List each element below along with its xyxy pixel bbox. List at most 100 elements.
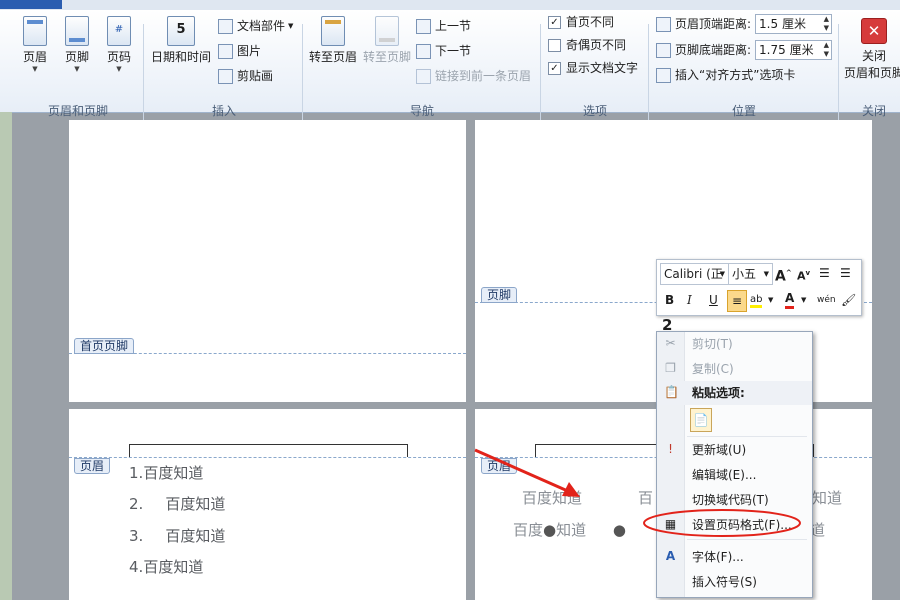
format-painter-icon[interactable]: 🖌 — [841, 290, 856, 310]
list-item[interactable]: 4.百度知道 — [129, 556, 203, 577]
tab-file[interactable] — [0, 0, 62, 9]
picture-label: 图片 — [237, 44, 262, 58]
next-section-button[interactable]: 下一节 — [416, 41, 471, 61]
paste-keep-text-icon[interactable]: 📄 — [690, 408, 712, 432]
header-distance-spinner[interactable]: 1.5 厘米 ▲ ▼ — [755, 14, 833, 34]
previous-section-label: 上一节 — [435, 19, 472, 33]
phonetic-guide-button[interactable]: wén — [817, 290, 836, 310]
menu-item-copy[interactable]: ❐ 复制(C) — [657, 357, 812, 381]
menu-item-update-field[interactable]: ! 更新域(U) — [657, 438, 812, 462]
footer-distance-spinner[interactable]: 1.75 厘米 ▲ ▼ — [755, 40, 833, 60]
page-top-left[interactable]: 首页页脚 — [69, 120, 466, 402]
list-item[interactable]: 1.百度知道 — [129, 462, 203, 483]
footer-distance-value: 1.75 厘米 — [759, 43, 814, 57]
document-text: 百度●知道 ● — [513, 519, 626, 540]
highlight-icon[interactable]: ab — [750, 290, 763, 310]
spinner-arrows-icon[interactable]: ▲ ▼ — [824, 41, 829, 59]
first-page-footer-tag: 首页页脚 — [74, 338, 135, 354]
chevron-down-icon[interactable]: ▼ — [801, 290, 806, 310]
window-edge — [0, 112, 12, 600]
list-item[interactable]: 3. 百度知道 — [129, 525, 225, 546]
different-odd-even-checkbox[interactable]: 奇偶页不同 — [548, 35, 626, 55]
menu-item-edit-field[interactable]: 编辑域(E)... — [657, 463, 812, 487]
group-label-options: 选项 — [582, 104, 607, 118]
goto-header-button[interactable]: 转至页眉 — [308, 16, 358, 65]
group-divider — [648, 24, 649, 120]
list-number: 1. — [129, 464, 144, 482]
spinner-arrows-icon[interactable]: ▲ ▼ — [824, 15, 829, 33]
group-label-position: 位置 — [731, 104, 756, 118]
list-number: 3. — [129, 527, 144, 545]
header-distance-icon — [656, 16, 671, 32]
previous-section-icon — [416, 18, 431, 34]
font-icon: A — [665, 549, 676, 563]
close-icon: ✕ — [861, 18, 887, 44]
menu-item-insert-symbol[interactable]: 插入符号(S) — [657, 570, 812, 594]
shrink-font-icon[interactable]: Av — [797, 263, 810, 283]
chevron-down-icon: ▼ — [116, 65, 122, 73]
insert-align-tab-button[interactable]: 插入“对齐方式”选项卡 — [656, 65, 795, 85]
previous-section-button[interactable]: 上一节 — [416, 16, 471, 36]
clip-art-label: 剪贴画 — [237, 69, 274, 83]
group-divider — [143, 24, 144, 120]
show-document-text-checkbox[interactable]: ✓ 显示文档文字 — [548, 58, 638, 78]
quick-parts-button[interactable]: 文档部件 ▼ — [218, 16, 293, 36]
footer-icon — [65, 16, 89, 46]
quick-parts-label: 文档部件 — [237, 19, 286, 33]
checkbox-box[interactable]: ✓ — [548, 15, 561, 29]
header-tag: 页眉 — [74, 458, 111, 474]
picture-button[interactable]: 图片 — [218, 41, 261, 61]
goto-footer-icon — [375, 16, 399, 46]
header-button-label: 页眉 — [22, 50, 47, 64]
menu-item-paste-options: 📋 粘贴选项: — [657, 381, 812, 405]
font-color-button[interactable]: A — [785, 290, 795, 309]
goto-footer-button[interactable]: 转至页脚 — [362, 16, 412, 65]
clip-art-button[interactable]: 剪贴画 — [218, 66, 273, 86]
grow-font-letter: A — [775, 268, 786, 285]
page-number-button[interactable]: # 页码 ▼ — [102, 16, 136, 73]
footer-distance-icon — [656, 42, 671, 58]
date-time-button[interactable]: 5 日期和时间 — [150, 16, 212, 65]
checkbox-box[interactable]: ✓ — [548, 61, 561, 75]
next-section-label: 下一节 — [435, 44, 472, 58]
annotation-highlight-ellipse — [643, 509, 801, 537]
page-number-icon: # — [107, 16, 131, 46]
center-align-icon[interactable]: ≡ — [727, 290, 747, 312]
bold-button[interactable]: B — [665, 290, 674, 310]
goto-header-label: 转至页眉 — [308, 50, 357, 64]
different-first-page-checkbox[interactable]: ✓ 首页不同 — [548, 12, 614, 32]
font-size-value: 小五 — [732, 267, 757, 281]
menu-item-cut[interactable]: ✂ 剪切(T) — [657, 332, 812, 356]
checkbox-box[interactable] — [548, 38, 561, 52]
chevron-down-icon: ▼ — [74, 65, 80, 73]
calendar-icon: 5 — [167, 16, 195, 46]
font-name-select[interactable]: Calibri (正 ▼ — [660, 263, 729, 285]
chevron-down-icon: ▼ — [763, 270, 769, 278]
underline-button[interactable]: U — [709, 290, 718, 310]
decrease-indent-icon[interactable]: ☰ — [819, 263, 830, 283]
italic-button[interactable]: I — [687, 290, 692, 310]
chevron-down-icon: ▼ — [288, 22, 294, 30]
paste-icon: 📋 — [664, 385, 679, 399]
different-odd-even-label: 奇偶页不同 — [566, 38, 627, 52]
group-label-navigation: 导航 — [409, 104, 434, 118]
close-header-footer-button[interactable]: ✕ 关闭 页眉和页脚 — [842, 18, 900, 81]
chevron-down-icon[interactable]: ▼ — [768, 290, 773, 310]
link-icon — [416, 68, 431, 84]
different-first-page-label: 首页不同 — [566, 15, 615, 29]
group-divider — [302, 24, 303, 120]
link-to-previous-button[interactable]: 链接到前一条页眉 — [416, 66, 531, 86]
grow-font-icon[interactable]: A^ — [775, 263, 792, 285]
list-item[interactable]: 2. 百度知道 — [129, 493, 225, 514]
menu-separator — [687, 436, 807, 437]
footer-button[interactable]: 页脚 ▼ — [60, 16, 94, 73]
footer-distance-label: 页脚底端距离: — [675, 43, 752, 57]
font-size-select[interactable]: 小五 ▼ — [728, 263, 773, 285]
header-button[interactable]: 页眉 ▼ — [18, 16, 52, 73]
menu-item-font[interactable]: A 字体(F)... — [657, 545, 812, 569]
page-bottom-left[interactable]: 页眉 1.百度知道 2. 百度知道 3. 百度知道 4.百度知道 — [69, 409, 466, 600]
increase-indent-icon[interactable]: ☰ — [840, 263, 851, 283]
goto-header-icon — [321, 16, 345, 46]
group-label-insert: 插入 — [211, 104, 236, 118]
mini-toolbar: Calibri (正 ▼ 小五 ▼ A^ Av ☰ ☰ B I U ≡ ab ▼ A… — [656, 259, 862, 316]
